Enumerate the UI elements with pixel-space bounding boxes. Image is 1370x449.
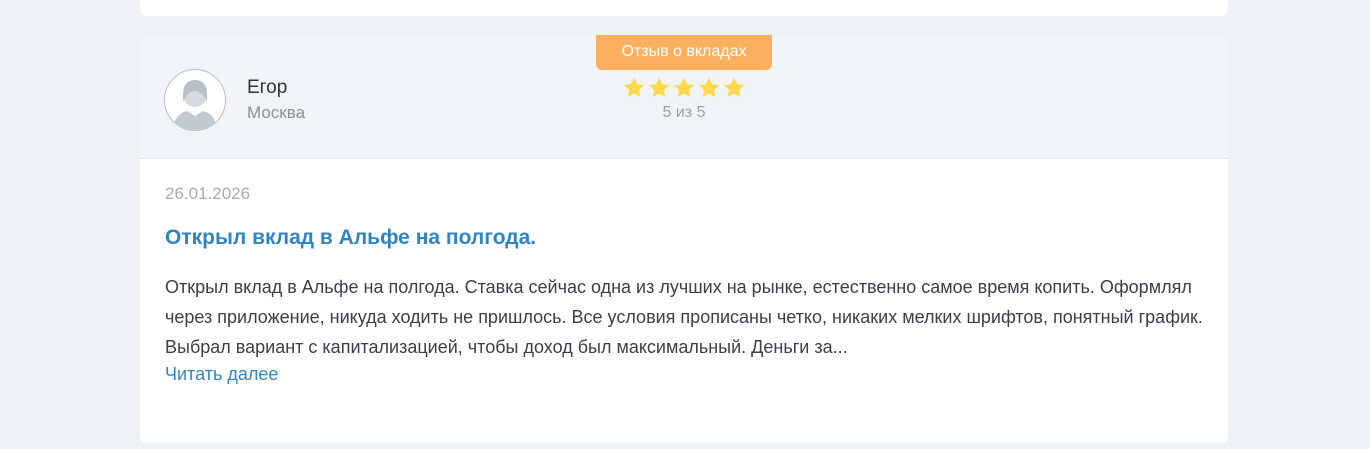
review-card: Егор Москва Отзыв о вкладах 5 из 5 26.01… [140, 35, 1228, 443]
author-name: Егор [247, 77, 288, 98]
user-avatar-icon [164, 69, 226, 131]
star-icon [698, 77, 720, 98]
star-icon [623, 77, 645, 98]
review-text: Открыл вклад в Альфе на полгода. Ставка … [165, 277, 1203, 357]
read-more-link[interactable]: Читать далее [165, 364, 278, 385]
rating-text: 5 из 5 [662, 104, 706, 121]
author-city: Москва [247, 103, 306, 122]
star-icon [673, 77, 695, 98]
review-header: Егор Москва Отзыв о вкладах 5 из 5 [140, 35, 1228, 159]
rating-stars [622, 76, 746, 100]
previous-review-card [140, 0, 1228, 16]
category-badge[interactable]: Отзыв о вкладах [596, 35, 772, 70]
star-icon [648, 77, 670, 98]
review-date: 26.01.2026 [165, 184, 251, 203]
review-title-link[interactable]: Открыл вклад в Альфе на полгода. [165, 226, 536, 250]
star-icon [723, 77, 745, 98]
